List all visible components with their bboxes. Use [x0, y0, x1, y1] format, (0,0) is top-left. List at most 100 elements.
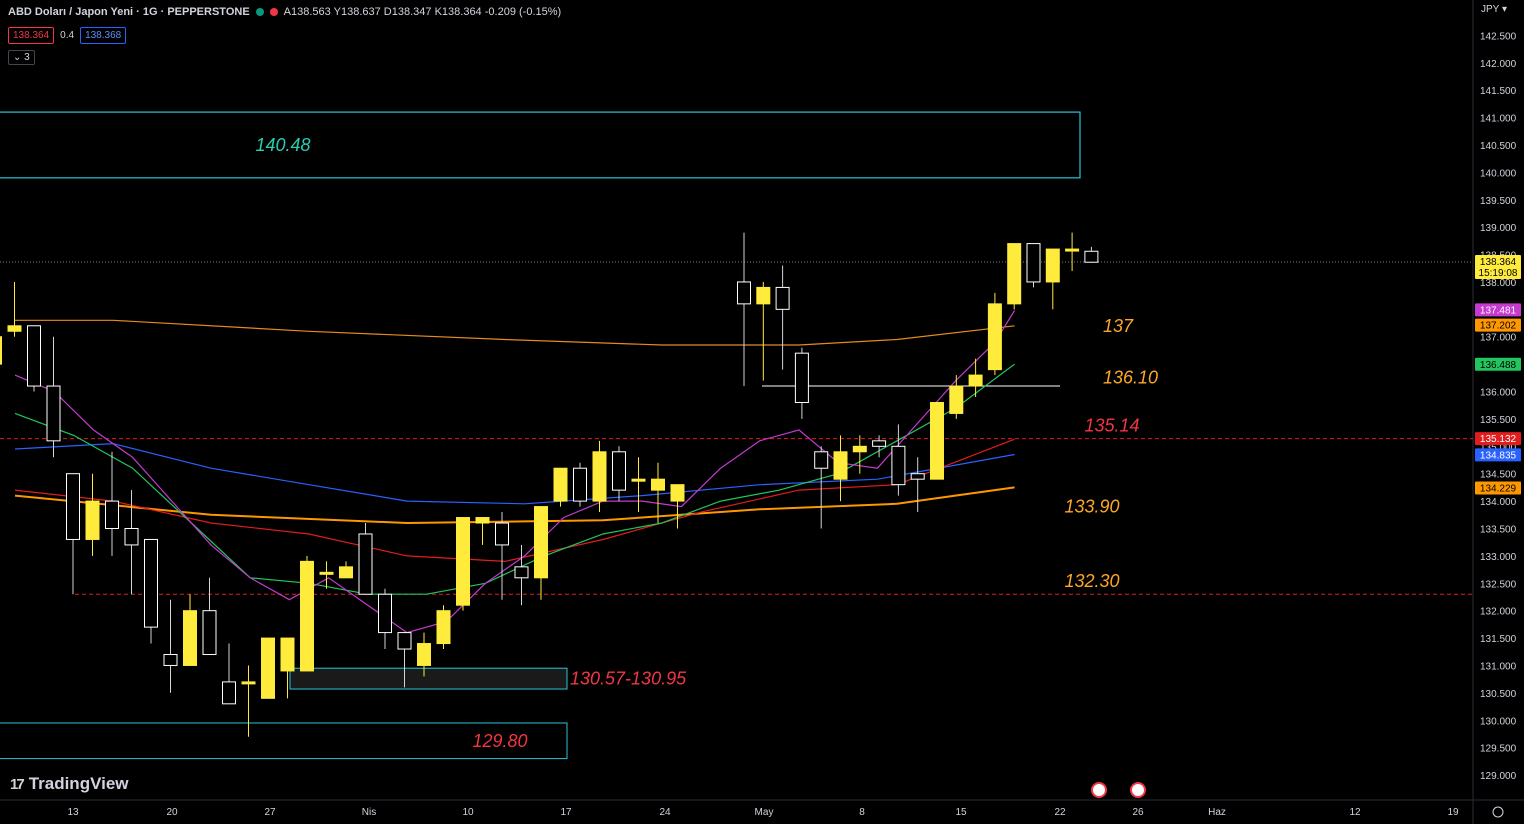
price-tick-label: 142.000: [1480, 59, 1517, 70]
candle-body: [319, 571, 334, 575]
candle-body: [930, 401, 944, 480]
countdown-label: 15:19:08: [1479, 268, 1518, 279]
currency-selector[interactable]: JPY ▾: [1481, 4, 1507, 15]
time-tick-label: 15: [955, 807, 967, 818]
candle-body: [651, 478, 665, 491]
price-axis-badge-text: 134.835: [1480, 450, 1517, 461]
candle-body: [7, 325, 22, 332]
candle-body: [1084, 250, 1099, 263]
tradingview-logo-icon: 17: [10, 775, 25, 793]
economic-event-icon[interactable]: [1091, 782, 1107, 798]
price-tick-label: 129.500: [1480, 744, 1517, 755]
zone-box: [289, 667, 568, 690]
candle-body: [1065, 248, 1080, 252]
candle-body: [968, 374, 983, 387]
price-tick-label: 141.500: [1480, 86, 1517, 97]
price-tick-label: 130.500: [1480, 689, 1517, 700]
candle-body: [46, 385, 61, 442]
time-tick-label: 27: [264, 807, 276, 818]
candle-body: [1007, 243, 1022, 305]
candle-body: [183, 610, 197, 666]
price-axis-badge-text: 137.481: [1480, 305, 1517, 316]
price-tick-label: 131.500: [1480, 634, 1517, 645]
price-tick-label: 134.000: [1480, 497, 1517, 508]
candle-body: [1045, 248, 1060, 283]
price-tick-label: 134.500: [1480, 470, 1517, 481]
candle-body: [358, 533, 373, 595]
candle-body: [202, 610, 217, 656]
price-tick-label: 136.000: [1480, 388, 1517, 399]
price-tick-label: 131.000: [1480, 661, 1517, 672]
price-tick-label: 142.500: [1480, 31, 1517, 42]
price-tick-label: 132.000: [1480, 607, 1517, 618]
time-tick-label: 20: [166, 807, 178, 818]
ma-annotation: 136.10: [1103, 367, 1158, 387]
price-tick-label: 137.000: [1480, 333, 1517, 344]
level-label: 132.30: [1064, 571, 1119, 591]
price-tick-label: 133.500: [1480, 524, 1517, 535]
time-tick-label: Nis: [362, 807, 376, 818]
price-tick-label: 138.000: [1480, 278, 1517, 289]
trade-buttons: 138.364 0.4 138.368: [8, 27, 127, 44]
economic-event-icon[interactable]: [1130, 782, 1146, 798]
candle-body: [987, 303, 1002, 371]
tradingview-logo[interactable]: 17 TradingView: [10, 774, 129, 794]
time-tick-label: 8: [859, 807, 865, 818]
price-tick-label: 135.500: [1480, 415, 1517, 426]
candle-body: [280, 637, 295, 672]
candle-body: [85, 500, 100, 540]
price-tick-label: 133.000: [1480, 552, 1517, 563]
candle-body: [105, 500, 119, 529]
candle-body: [261, 637, 275, 699]
candle-body: [612, 451, 626, 491]
candle-body: [436, 610, 451, 645]
candle-body: [66, 473, 80, 540]
time-tick-label: Haz: [1208, 807, 1226, 818]
price-axis-badge-text: 134.229: [1480, 484, 1517, 495]
price-tick-label: 129.000: [1480, 771, 1517, 782]
price-axis-badge-text: 137.202: [1480, 321, 1517, 332]
time-tick-label: May: [755, 807, 774, 818]
time-tick-label: 17: [560, 807, 572, 818]
candle-body: [775, 286, 790, 310]
time-tick-label: 19: [1447, 807, 1459, 818]
price-tick-label: 139.000: [1480, 223, 1517, 234]
candle-body: [514, 566, 529, 579]
candle-body: [891, 445, 906, 486]
candle-body: [573, 467, 587, 502]
spread-value: 0.4: [60, 30, 75, 41]
candle-body: [553, 467, 568, 502]
candle-body: [163, 654, 178, 666]
zone-label: 129.80: [472, 731, 527, 751]
candle-body: [300, 560, 314, 672]
price-axis-badge-text: 135.132: [1480, 434, 1517, 445]
price-chart[interactable]: 140.48 130.57-130.95 129.80 135.14 132.30 137…: [0, 0, 1524, 824]
candle-body: [456, 517, 470, 606]
candle-body: [670, 484, 685, 502]
ma-annotation: 133.90: [1064, 497, 1119, 517]
candle-body: [592, 451, 607, 502]
sell-button[interactable]: 138.364: [8, 27, 55, 44]
candle-body: [910, 473, 925, 480]
time-tick-label: 26: [1132, 807, 1144, 818]
time-tick-label: 13: [67, 807, 79, 818]
candle-body: [124, 527, 139, 546]
time-tick-label: 12: [1349, 807, 1361, 818]
symbol-title[interactable]: ABD Doları / Japon Yeni · 1G · PEPPERSTO…: [8, 6, 250, 18]
ohlc-change: -0.209 (-0.15%): [484, 6, 562, 18]
buy-button[interactable]: 138.368: [80, 27, 127, 44]
candle-body: [222, 681, 236, 705]
zone-label: 140.48: [255, 135, 310, 155]
candle-body: [27, 325, 41, 387]
candle-body: [534, 506, 548, 579]
time-tick-label: 10: [462, 807, 474, 818]
candle-body: [378, 593, 392, 634]
candle-body: [1026, 243, 1041, 283]
indicator-count: 3: [24, 52, 30, 63]
candle-body: [417, 643, 431, 666]
time-tick-label: 22: [1054, 807, 1066, 818]
logo-text: TradingView: [28, 774, 129, 793]
candle-body: [241, 681, 256, 685]
indicators-toggle-button[interactable]: ⌄ 3: [8, 50, 35, 65]
price-tick-label: 140.000: [1480, 168, 1517, 179]
